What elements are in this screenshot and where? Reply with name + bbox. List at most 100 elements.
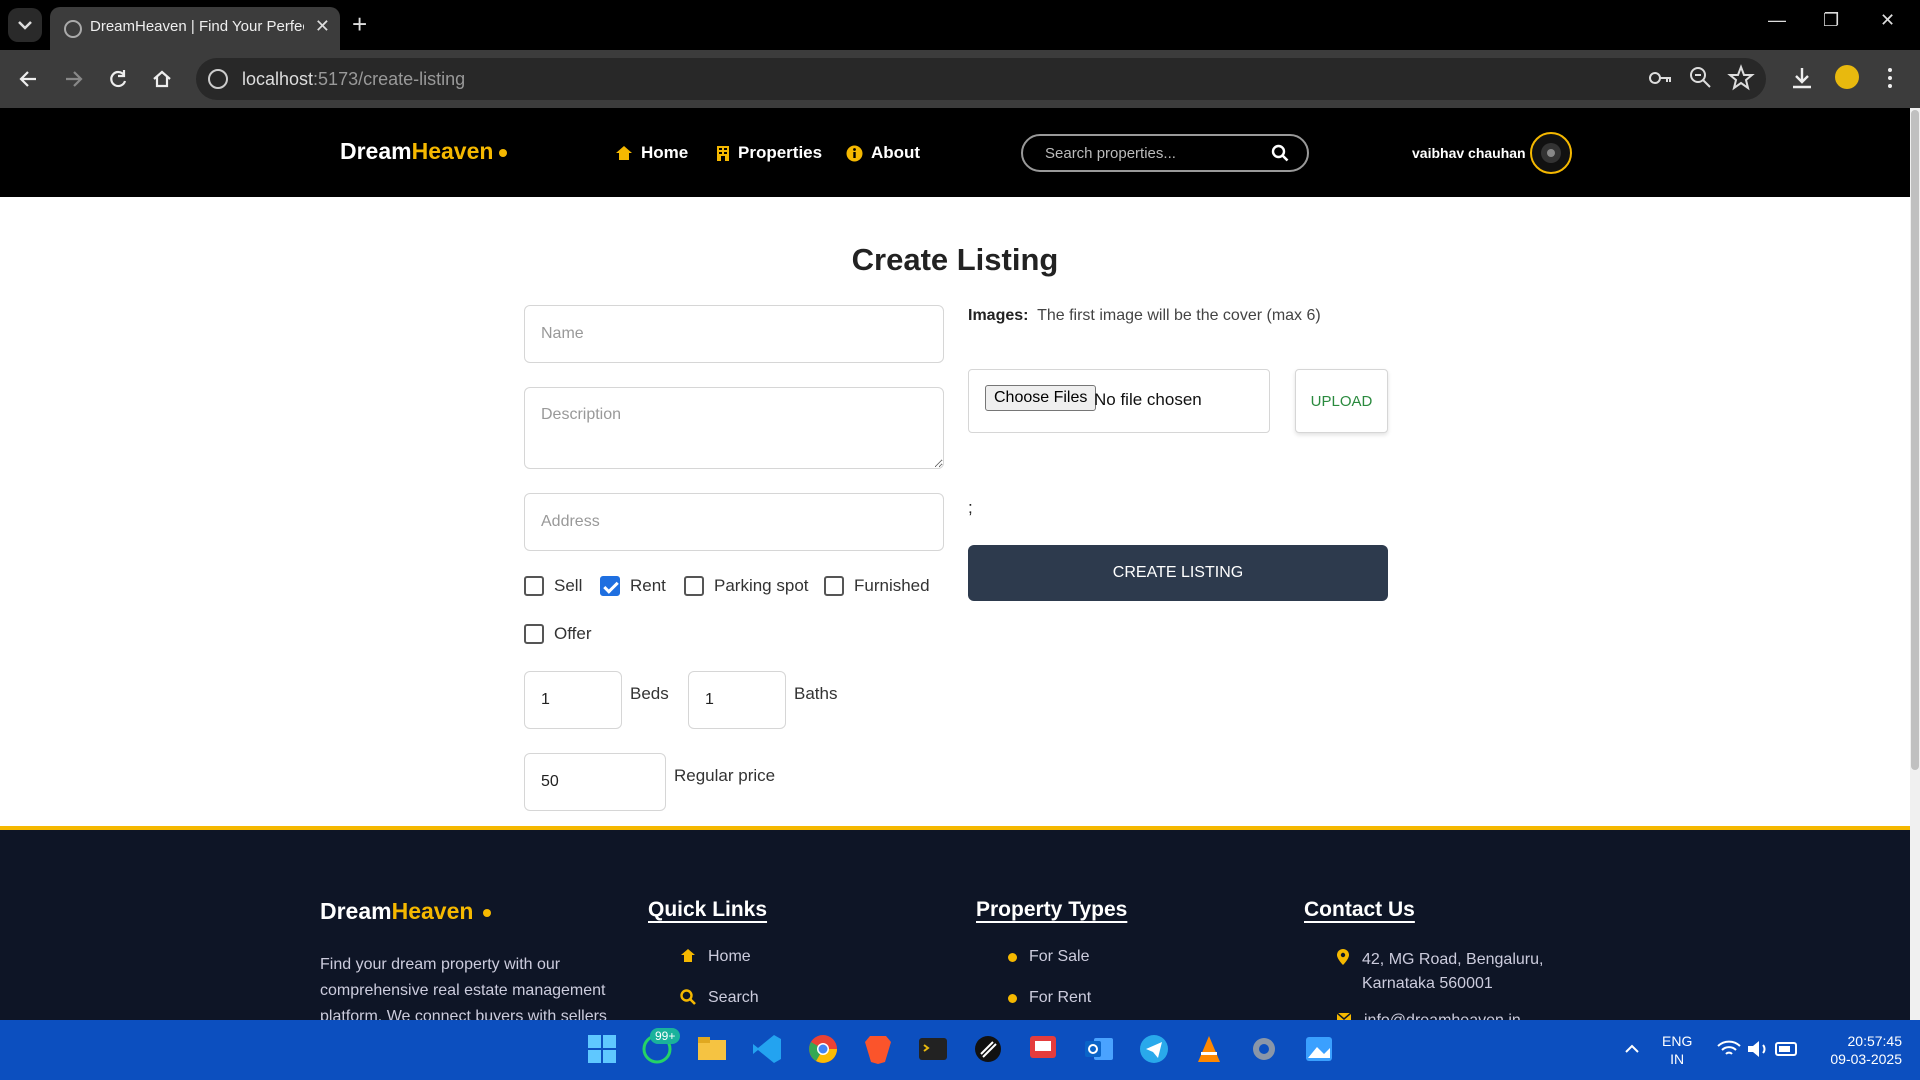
footer-address-text: 42, MG Road, Bengaluru, Karnataka 560001 (1362, 951, 1544, 992)
minimize-button[interactable]: — (1768, 10, 1786, 31)
footer-link-search[interactable]: Search (680, 989, 759, 1007)
footer-logo-main: Dream (320, 898, 392, 924)
create-listing-button[interactable]: CREATE LISTING (968, 545, 1388, 601)
rent-label: Rent (630, 576, 666, 595)
footer-email-text: info@dreamheaven.in (1364, 1012, 1521, 1020)
choose-files-button[interactable]: Choose Files (985, 385, 1097, 411)
search-icon[interactable] (1271, 144, 1289, 162)
parking-label: Parking spot (714, 576, 809, 595)
wifi-icon[interactable] (1712, 1032, 1746, 1066)
tab-search-button[interactable] (8, 8, 42, 42)
telegram-icon[interactable] (1137, 1032, 1171, 1066)
logo-dot (499, 148, 508, 157)
envelope-icon (1336, 1012, 1352, 1020)
more-menu-icon[interactable] (1880, 64, 1900, 92)
language-line-1: ENG (1662, 1033, 1693, 1049)
footer-type-rent[interactable]: For Rent (1008, 989, 1091, 1007)
chrome-icon[interactable] (806, 1032, 840, 1066)
nav-about[interactable]: About (846, 143, 920, 163)
beds-input[interactable] (524, 671, 622, 729)
username[interactable]: vaibhav chauhan (1412, 145, 1526, 161)
globe-icon (64, 20, 82, 38)
profile-avatar-icon[interactable] (1835, 65, 1859, 89)
footer-link-home[interactable]: Home (680, 948, 751, 966)
baths-input[interactable] (688, 671, 786, 729)
description-textarea[interactable] (524, 387, 944, 469)
bullet-icon (1008, 953, 1017, 962)
tab-title: DreamHeaven | Find Your Perfect (90, 18, 304, 35)
close-tab-icon[interactable]: ✕ (315, 16, 330, 37)
user-avatar[interactable] (1530, 132, 1572, 174)
checkbox-parking[interactable]: Parking spot (684, 576, 809, 596)
battery-icon[interactable] (1770, 1032, 1804, 1066)
nav-properties[interactable]: Properties (716, 143, 822, 163)
scrollbar-thumb[interactable] (1911, 110, 1919, 770)
clock[interactable]: 20:57:45 09-03-2025 (1812, 1032, 1902, 1068)
property-types-heading: Property Types (976, 898, 1128, 921)
new-tab-button[interactable]: + (352, 10, 367, 38)
forward-icon[interactable] (58, 64, 88, 94)
building-icon (717, 145, 729, 161)
home-icon[interactable] (147, 64, 177, 94)
offer-label: Offer (554, 624, 592, 643)
site-logo[interactable]: DreamHeaven (340, 138, 508, 165)
sell-checkbox[interactable] (524, 576, 544, 596)
images-label-bold: Images: (968, 307, 1029, 324)
footer-address: 42, MG Road, Bengaluru, Karnataka 560001 (1336, 948, 1556, 996)
whatsapp-badge: 99+ (650, 1028, 681, 1044)
url-text[interactable]: localhost:5173/create-listing (242, 69, 465, 90)
checkbox-furnished[interactable]: Furnished (824, 576, 930, 596)
images-hint: The first image will be the cover (max 6… (1037, 307, 1321, 324)
footer-logo[interactable]: DreamHeaven (320, 898, 492, 925)
rent-checkbox[interactable] (600, 576, 620, 596)
file-status: No file chosen (1094, 390, 1202, 409)
footer-type-sale[interactable]: For Sale (1008, 948, 1089, 966)
language-indicator[interactable]: ENG IN (1662, 1032, 1692, 1068)
windows-start-icon[interactable] (585, 1032, 619, 1066)
file-explorer-icon[interactable] (695, 1032, 729, 1066)
zoom-icon[interactable] (1687, 64, 1715, 92)
address-bar[interactable]: localhost:5173/create-listing (196, 58, 1766, 100)
close-window-button[interactable]: ✕ (1880, 10, 1895, 31)
checkbox-rent[interactable]: Rent (600, 576, 666, 596)
images-label: Images: The first image will be the cove… (968, 307, 1321, 325)
logo-accent-text: Heaven (411, 138, 494, 164)
offer-checkbox[interactable] (524, 624, 544, 644)
brave-icon[interactable] (861, 1032, 895, 1066)
terminal-icon[interactable] (916, 1032, 950, 1066)
furnished-checkbox[interactable] (824, 576, 844, 596)
address-input[interactable] (524, 493, 944, 551)
bookmark-star-icon[interactable] (1727, 64, 1755, 92)
regular-price-input[interactable] (524, 753, 666, 811)
settings-icon[interactable] (1247, 1032, 1281, 1066)
photos-icon[interactable] (1302, 1032, 1336, 1066)
checkbox-sell[interactable]: Sell (524, 576, 582, 596)
password-key-icon[interactable] (1646, 64, 1674, 92)
checkbox-offer[interactable]: Offer (524, 624, 591, 644)
nav-home-label: Home (641, 143, 689, 162)
presentation-app-icon[interactable] (1026, 1032, 1060, 1066)
restore-button[interactable]: ❐ (1823, 10, 1839, 31)
download-icon[interactable] (1788, 64, 1816, 92)
linear-app-icon[interactable] (971, 1032, 1005, 1066)
site-info-icon[interactable] (208, 69, 228, 89)
property-search-input[interactable] (1043, 144, 1253, 163)
nav-home[interactable]: Home (615, 143, 688, 163)
furnished-label: Furnished (854, 576, 930, 595)
home-icon (616, 146, 632, 160)
name-input[interactable] (524, 305, 944, 363)
chevron-up-icon[interactable] (1615, 1032, 1649, 1066)
reload-icon[interactable] (103, 64, 133, 94)
vlc-icon[interactable] (1192, 1032, 1226, 1066)
footer-type-sale-label: For Sale (1029, 948, 1090, 965)
map-pin-icon (1337, 949, 1349, 965)
outlook-icon[interactable] (1082, 1032, 1116, 1066)
footer-email[interactable]: info@dreamheaven.in (1336, 1012, 1521, 1020)
back-icon[interactable] (14, 64, 44, 94)
browser-tab[interactable]: DreamHeaven | Find Your Perfect ✕ (50, 7, 340, 50)
nav-properties-label: Properties (738, 143, 823, 162)
parking-checkbox[interactable] (684, 576, 704, 596)
vscode-icon[interactable] (750, 1032, 784, 1066)
sell-label: Sell (554, 576, 583, 595)
upload-button[interactable]: UPLOAD (1295, 369, 1388, 433)
